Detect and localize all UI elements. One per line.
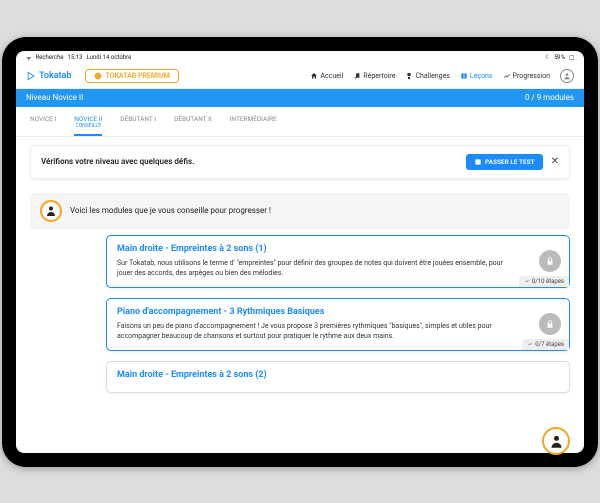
- advice-text: Voici les modules que je vous conseille …: [70, 206, 271, 215]
- tab-novice1[interactable]: NOVICE I: [30, 111, 56, 136]
- status-time: 15:13: [68, 54, 83, 61]
- tab-debutant2[interactable]: DÉBUTANT II: [174, 111, 212, 136]
- help-fab[interactable]: [542, 427, 570, 455]
- level-bar: Niveau Novice II 0 / 9 modules: [16, 89, 584, 107]
- verify-text: Vérifions votre niveau avec quelques déf…: [41, 157, 194, 166]
- nav-lecons[interactable]: Leçons: [460, 72, 493, 80]
- advice-banner: Voici les modules que je vous conseille …: [30, 193, 570, 229]
- nav-label: Leçons: [470, 72, 493, 80]
- nav-repertoire[interactable]: Répertoire: [353, 72, 395, 80]
- screen: ᯤ Recherche 15:13 Lundi 14 octobre ☾ 59 …: [16, 51, 584, 453]
- steps-badge: 0/10 étapes: [519, 276, 569, 287]
- lock-icon: [539, 250, 561, 272]
- status-date: Lundi 14 octobre: [87, 54, 132, 61]
- module-card[interactable]: Piano d'accompagnement - 3 Rythmiques Ba…: [106, 298, 570, 351]
- nav-label: Challenges: [415, 72, 449, 80]
- modules-list: Main droite - Empreintes à 2 sons (1) Su…: [16, 235, 584, 453]
- crescent-icon: ☾: [545, 54, 550, 61]
- battery-level: 59 %: [554, 54, 565, 61]
- level-progress: 0 / 9 modules: [525, 93, 574, 102]
- module-desc: Sur Tokatab, nous utilisons le terme d' …: [117, 258, 559, 279]
- nav-label: Répertoire: [363, 72, 395, 80]
- search-label: Recherche: [35, 54, 63, 61]
- level-title: Niveau Novice II: [26, 93, 83, 102]
- module-title: Main droite - Empreintes à 2 sons (2): [117, 370, 559, 380]
- profile-icon[interactable]: [560, 69, 574, 83]
- premium-button[interactable]: TOKATAB PREMIUM: [85, 69, 178, 83]
- module-title: Main droite - Empreintes à 2 sons (1): [117, 244, 559, 254]
- premium-label: TOKATAB PREMIUM: [105, 72, 169, 80]
- module-card[interactable]: Main droite - Empreintes à 2 sons (2): [106, 361, 570, 393]
- main-nav: Tokatab TOKATAB PREMIUM Accueil Répertoi…: [16, 65, 584, 89]
- lock-icon: [539, 313, 561, 335]
- pass-test-button[interactable]: PASSER LE TEST: [466, 154, 543, 170]
- wifi-icon: ᯤ: [26, 54, 31, 62]
- module-card[interactable]: Main droite - Empreintes à 2 sons (1) Su…: [106, 235, 570, 288]
- nav-challenges[interactable]: Challenges: [405, 72, 449, 80]
- logo-text: Tokatab: [39, 71, 71, 81]
- tab-novice2[interactable]: NOVICE II CONSEILLÉ: [74, 111, 102, 136]
- nav-progression[interactable]: Progression: [503, 72, 550, 80]
- tablet-frame: ᯤ Recherche 15:13 Lundi 14 octobre ☾ 59 …: [2, 37, 598, 467]
- logo[interactable]: Tokatab: [26, 71, 71, 81]
- status-bar: ᯤ Recherche 15:13 Lundi 14 octobre ☾ 59 …: [16, 51, 584, 65]
- level-tabs: NOVICE I NOVICE II CONSEILLÉ DÉBUTANT I …: [16, 107, 584, 137]
- nav-label: Progression: [513, 72, 550, 80]
- module-desc: Faisons un peu de piano d'accompagnement…: [117, 321, 559, 342]
- tab-debutant1[interactable]: DÉBUTANT I: [120, 111, 156, 136]
- close-icon[interactable]: ✕: [551, 156, 559, 167]
- nav-label: Accueil: [320, 72, 343, 80]
- verify-banner: Vérifions votre niveau avec quelques déf…: [30, 145, 570, 179]
- tab-intermediaire[interactable]: INTERMÉDIAIRE: [230, 111, 277, 136]
- advisor-avatar-icon: [40, 200, 62, 222]
- nav-accueil[interactable]: Accueil: [310, 72, 343, 80]
- battery-icon: ▢: [569, 54, 574, 61]
- steps-badge: 0/7 étapes: [522, 339, 569, 350]
- module-title: Piano d'accompagnement - 3 Rythmiques Ba…: [117, 307, 559, 317]
- test-button-label: PASSER LE TEST: [485, 158, 535, 166]
